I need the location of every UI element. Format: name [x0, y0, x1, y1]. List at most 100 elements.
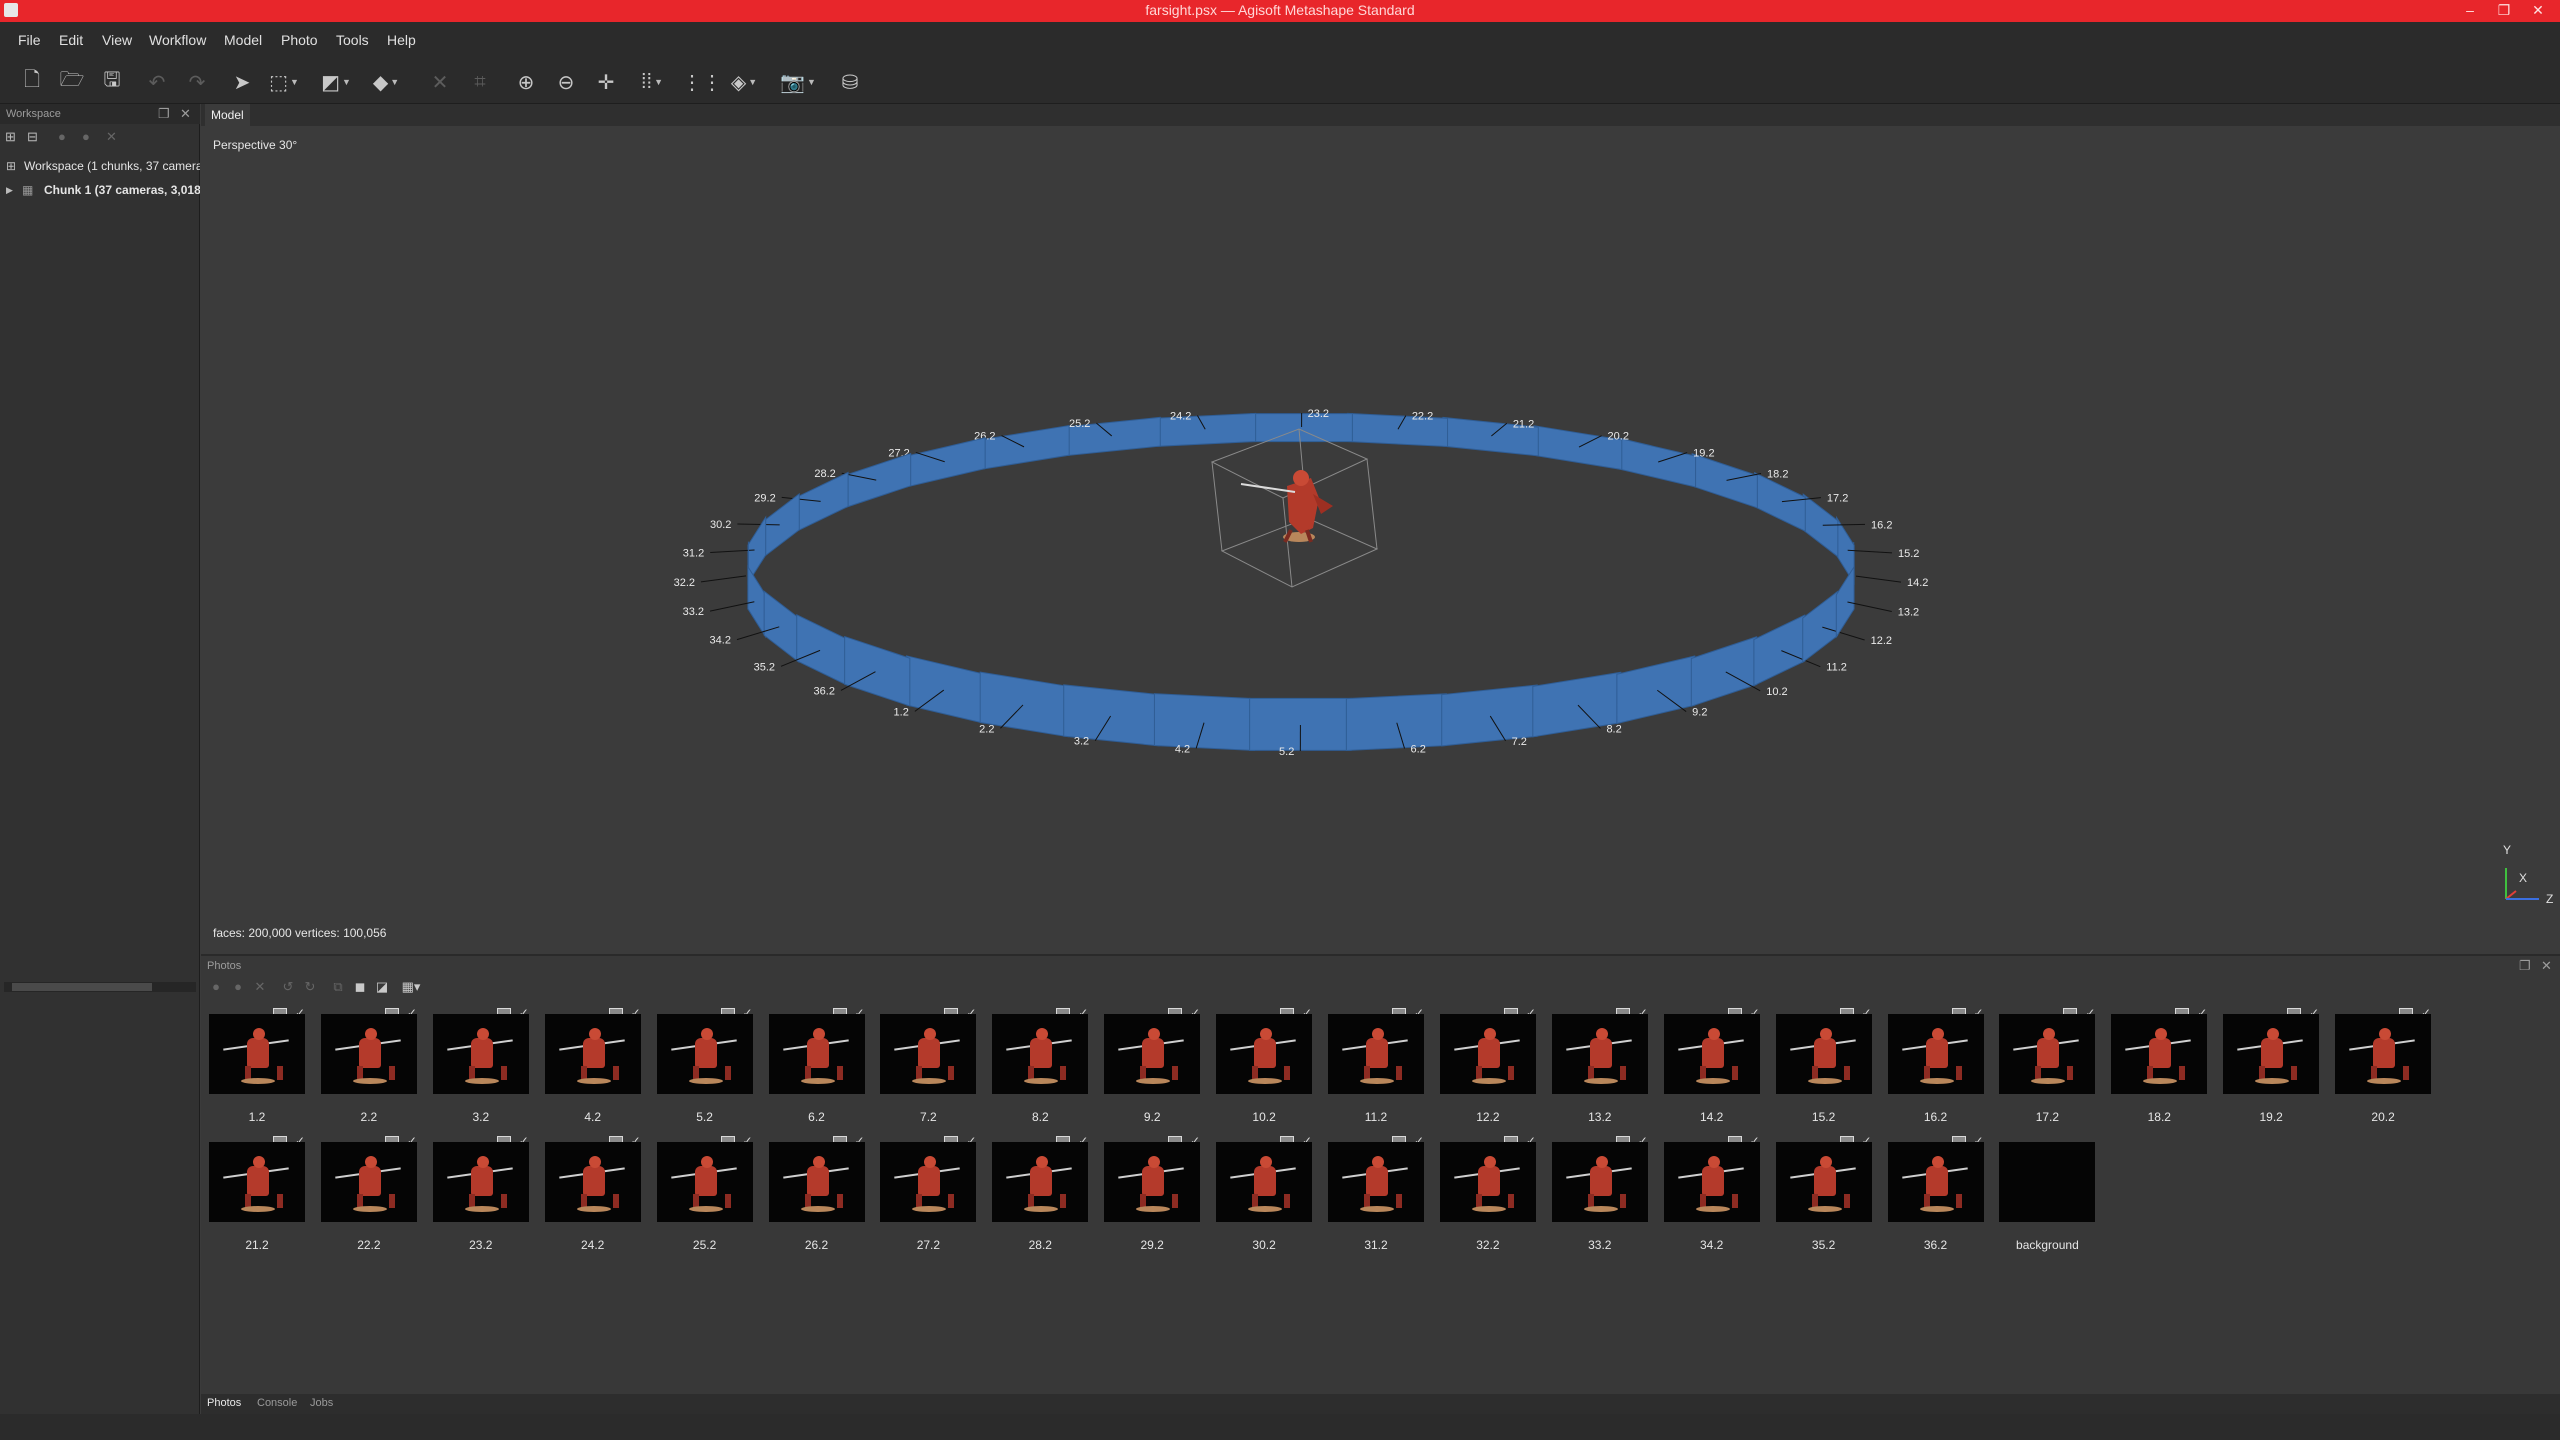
- camera-20.2[interactable]: 20.2: [1533, 425, 1629, 471]
- photo-image[interactable]: [768, 1142, 865, 1222]
- photo-thumbnail[interactable]: ✓ 13.2: [1551, 1006, 1648, 1124]
- photo-image[interactable]: [432, 1142, 529, 1222]
- photo-thumbnail[interactable]: ✓ 4.2: [544, 1006, 641, 1124]
- photo-thumbnail[interactable]: ✓ 29.2: [1104, 1134, 1201, 1252]
- photo-image[interactable]: [992, 1014, 1089, 1094]
- rotate-right-icon[interactable]: ↻: [301, 978, 319, 996]
- camera-4.2[interactable]: 4.2: [1153, 693, 1255, 756]
- tab-console[interactable]: Console: [257, 1397, 297, 1409]
- remove-camera-icon[interactable]: ✕: [251, 978, 269, 996]
- photo-thumbnail[interactable]: ✓ 7.2: [880, 1006, 977, 1124]
- tab-photos[interactable]: Photos: [207, 1397, 241, 1409]
- navigation-pointer-icon[interactable]: ➤: [228, 68, 256, 96]
- photo-thumbnail[interactable]: ✓ 26.2: [768, 1134, 865, 1252]
- photo-thumbnail[interactable]: ✓ 31.2: [1328, 1134, 1424, 1252]
- photo-thumbnail[interactable]: ✓ 17.2: [1999, 1006, 2096, 1124]
- camera-8.2[interactable]: 8.2: [1532, 671, 1622, 738]
- camera-frame[interactable]: [1691, 453, 1758, 509]
- camera-25.2[interactable]: 25.2: [1064, 416, 1161, 457]
- add-photos-icon[interactable]: ⊟: [27, 129, 38, 145]
- redo-icon[interactable]: ↷: [183, 68, 211, 96]
- camera-frame[interactable]: [906, 437, 986, 488]
- photo-image[interactable]: [1999, 1142, 2096, 1222]
- workspace-scrollbar[interactable]: [4, 982, 196, 992]
- menu-workflow[interactable]: Workflow: [149, 32, 206, 48]
- enable-icon[interactable]: ●: [58, 129, 66, 144]
- region-icon[interactable]: ⛁: [836, 68, 864, 96]
- rotate-left-icon[interactable]: ↺: [279, 978, 297, 996]
- photo-image[interactable]: [1663, 1142, 1760, 1222]
- photo-thumbnail[interactable]: ✓ 12.2: [1439, 1006, 1536, 1124]
- menu-edit[interactable]: Edit: [59, 32, 83, 48]
- photo-thumbnail[interactable]: ✓ 5.2: [656, 1006, 753, 1124]
- photo-image[interactable]: [1887, 1142, 1984, 1222]
- menu-view[interactable]: View: [102, 32, 132, 48]
- menu-tools[interactable]: Tools: [336, 32, 369, 48]
- photo-thumbnail[interactable]: ✓ 23.2: [432, 1134, 529, 1252]
- zoom-in-icon[interactable]: ⊕: [512, 68, 540, 96]
- model-selection-icon[interactable]: ◩ ▼: [321, 68, 351, 96]
- photo-image[interactable]: [432, 1014, 529, 1094]
- rectangle-selection-icon[interactable]: ⬚ ▼: [269, 68, 299, 96]
- enable-camera-icon[interactable]: ●: [207, 978, 225, 996]
- camera-3.2[interactable]: 3.2: [1063, 684, 1160, 748]
- photo-thumbnail[interactable]: ✓ 15.2: [1775, 1006, 1872, 1124]
- photo-image[interactable]: [320, 1014, 417, 1094]
- photo-thumbnail[interactable]: ✓ 3.2: [432, 1006, 529, 1124]
- reset-view-icon[interactable]: ✛: [592, 68, 620, 96]
- photo-thumbnail[interactable]: ✓ 35.2: [1775, 1134, 1872, 1252]
- photo-image[interactable]: [209, 1142, 305, 1222]
- photo-image[interactable]: [1104, 1142, 1201, 1222]
- photo-thumbnail[interactable]: ✓ 27.2: [880, 1134, 977, 1252]
- crop-selection-icon[interactable]: ⌗: [466, 68, 494, 96]
- photo-thumbnail[interactable]: ✓ 20.2: [2335, 1006, 2432, 1124]
- camera-6.2[interactable]: 6.2: [1345, 693, 1447, 756]
- close-window-button[interactable]: ✕: [2521, 0, 2555, 22]
- camera-22.2[interactable]: 22.2: [1347, 411, 1449, 448]
- camera-frame[interactable]: [796, 471, 849, 532]
- camera-frame[interactable]: [747, 564, 766, 639]
- show-masks-icon[interactable]: ◪: [373, 978, 391, 996]
- photo-thumbnail[interactable]: ✓ 21.2: [209, 1134, 305, 1252]
- delete-selection-icon[interactable]: ✕: [426, 68, 454, 96]
- photo-thumbnail[interactable]: ✓ 28.2: [992, 1134, 1089, 1252]
- photo-image[interactable]: [880, 1142, 977, 1222]
- camera-frame[interactable]: [844, 452, 912, 509]
- camera-frame[interactable]: [1617, 437, 1697, 488]
- photo-image[interactable]: [880, 1014, 977, 1094]
- close-pane-icon[interactable]: ✕: [180, 106, 191, 122]
- photo-image[interactable]: [1775, 1142, 1872, 1222]
- camera-frame[interactable]: [905, 655, 985, 724]
- photo-thumbnail[interactable]: ✓ 1.2: [209, 1006, 305, 1124]
- camera-frame[interactable]: [1802, 590, 1839, 664]
- photo-thumbnail[interactable]: ✓ 36.2: [1887, 1134, 1984, 1252]
- photo-image[interactable]: [1439, 1014, 1536, 1094]
- shape-tool-icon[interactable]: ◆ ▼: [372, 68, 400, 96]
- new-document-icon[interactable]: 🗋: [18, 68, 46, 96]
- photo-image[interactable]: [1104, 1014, 1201, 1094]
- photo-image[interactable]: [1439, 1142, 1536, 1222]
- photo-thumbnail[interactable]: ✓ 16.2: [1887, 1006, 1984, 1124]
- camera-frame[interactable]: [844, 635, 911, 707]
- camera-scene[interactable]: 14.2 15.2 16.2 17.2 18.2 19.2 20.2 21.2 22.2 23.2…: [201, 126, 2560, 954]
- menu-model[interactable]: Model: [224, 32, 262, 48]
- photo-image[interactable]: [1551, 1014, 1648, 1094]
- remove-item-icon[interactable]: ✕: [106, 129, 117, 145]
- photo-thumbnail[interactable]: ✓ 25.2: [656, 1134, 753, 1252]
- photo-image[interactable]: [1551, 1142, 1648, 1222]
- show-cameras-icon[interactable]: ⁞⁞ ▼: [638, 68, 666, 96]
- camera-frame[interactable]: [763, 590, 800, 663]
- camera-frame[interactable]: [1835, 565, 1855, 639]
- photo-image[interactable]: [2335, 1014, 2432, 1094]
- photo-image[interactable]: [1328, 1142, 1424, 1222]
- camera-7.2[interactable]: 7.2: [1441, 684, 1538, 748]
- save-icon[interactable]: 🖫: [98, 68, 126, 96]
- show-points-icon[interactable]: ⋮⋮: [682, 68, 722, 96]
- photo-image[interactable]: [1999, 1014, 2096, 1094]
- undock-icon[interactable]: ❐: [158, 106, 170, 122]
- camera-frame[interactable]: [1753, 614, 1806, 687]
- camera-23.2[interactable]: 23.2: [1250, 408, 1353, 443]
- photo-image[interactable]: [1663, 1014, 1760, 1094]
- expand-arrow-icon[interactable]: ▶: [6, 178, 13, 202]
- photo-image[interactable]: [656, 1014, 753, 1094]
